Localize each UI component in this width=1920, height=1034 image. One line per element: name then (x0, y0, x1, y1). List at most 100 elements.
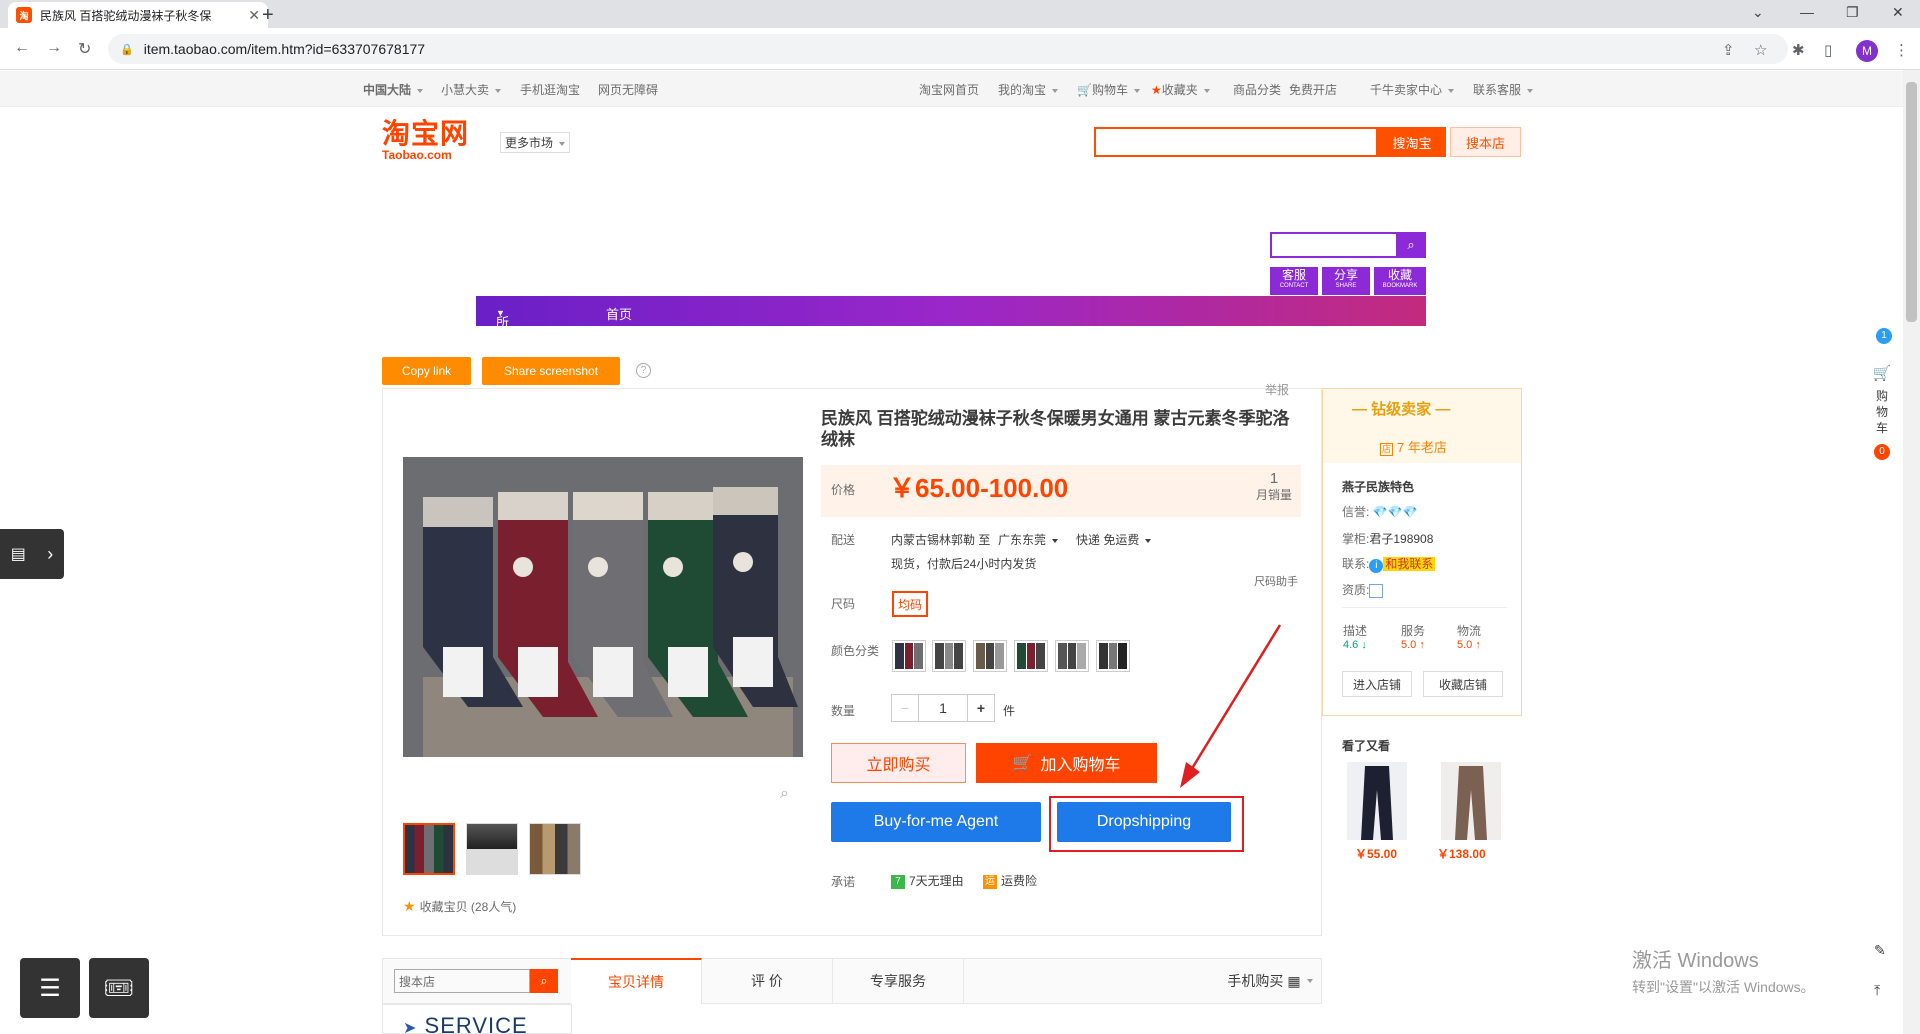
score-desc-value: 4.6 ↓ (1343, 639, 1367, 651)
favorites-link[interactable]: ★收藏夹 (1151, 81, 1210, 98)
minimize-icon[interactable]: — (1800, 4, 1814, 20)
size-helper-link[interactable]: 尺码助手 (1254, 573, 1298, 589)
buy-now-button[interactable]: 立即购买 (831, 743, 966, 783)
color-option-2[interactable] (932, 640, 966, 672)
feedback-icon[interactable]: ✎ (1874, 942, 1886, 959)
color-option-4[interactable] (1014, 640, 1048, 672)
thumbnail-3[interactable] (529, 823, 581, 875)
favorite-item-link[interactable]: ★ 收藏宝贝 (28人气) (403, 898, 516, 915)
back-to-top-icon[interactable]: ⤒ (1874, 982, 1880, 999)
tab-details[interactable]: 宝贝详情 (571, 958, 702, 1004)
search-shop-button[interactable]: 搜本店 (1450, 127, 1521, 157)
share-screenshot-button[interactable]: Share screenshot (482, 357, 620, 385)
menu-icon[interactable]: ⋮ (1894, 41, 1909, 59)
cart-link[interactable]: 🛒购物车 (1077, 81, 1140, 98)
license-icon[interactable] (1369, 583, 1384, 598)
menu-lines-button[interactable]: ☰ (20, 958, 80, 1018)
region-select[interactable]: 中国大陆 (363, 81, 424, 98)
color-option-6[interactable] (1096, 640, 1130, 672)
size-option-selected[interactable]: 均码 (892, 591, 928, 617)
socks-photo (403, 457, 803, 757)
coupon-button[interactable]: 🎟 (89, 958, 149, 1018)
taobao-logo[interactable]: 淘宝网 Taobao.com (382, 120, 469, 163)
xiaohui-link[interactable]: 小慧大卖 (441, 81, 502, 98)
enter-shop-button[interactable]: 进入店铺 (1342, 671, 1412, 697)
more-markets-dropdown[interactable]: 更多市场 (500, 132, 571, 153)
profile-avatar[interactable]: M (1856, 40, 1878, 62)
recommended-item-2[interactable] (1441, 762, 1501, 840)
home-link[interactable]: 淘宝网首页 (919, 81, 979, 98)
contact-service-link[interactable]: 联系客服 (1473, 81, 1534, 98)
bottom-shop-search-input[interactable]: 搜本店 (394, 969, 530, 993)
favorite-shop-button[interactable]: 收藏店铺 (1423, 671, 1503, 697)
delivery-to-select[interactable]: 广东东莞 (998, 531, 1059, 548)
close-tab-icon[interactable]: ✕ (248, 7, 260, 24)
color-label: 颜色分类 (831, 644, 880, 658)
contact-seller-link[interactable]: 和我联系 (1383, 557, 1436, 571)
copy-link-button[interactable]: Copy link (382, 357, 471, 385)
accessible-link[interactable]: 网页无障碍 (598, 81, 658, 98)
reload-icon[interactable]: ↻ (78, 39, 91, 59)
forward-icon[interactable]: → (46, 39, 62, 57)
tab-services[interactable]: 专享服务 (833, 958, 964, 1004)
thumbnail-2[interactable] (466, 823, 518, 875)
report-link[interactable]: 举报 (1265, 381, 1289, 398)
tab-reviews[interactable]: 评 价 (702, 958, 833, 1004)
page-scrollbar[interactable] (1903, 70, 1920, 1034)
color-option-3[interactable] (973, 640, 1007, 672)
main-product-image[interactable] (403, 457, 803, 757)
back-icon[interactable]: ← (14, 39, 30, 57)
categories-link[interactable]: 商品分类 (1233, 81, 1281, 98)
main-search-input[interactable] (1094, 127, 1378, 157)
preview-image-icon: ▤ (10, 546, 26, 563)
ticket-icon: 🎟 (103, 974, 135, 1002)
recommended-price-1: ￥55.00 (1355, 847, 1398, 861)
all-categories-menu[interactable]: 所有分类 ▼ (496, 304, 509, 387)
cart-icon[interactable]: 🛒 (1868, 364, 1896, 382)
bookmark-star-icon[interactable]: ☆ (1754, 41, 1767, 59)
shipping-select[interactable]: 快递 免运费 (1076, 531, 1152, 548)
add-to-cart-button[interactable]: 🛒 加入购物车 (976, 743, 1157, 783)
search-taobao-button[interactable]: 搜淘宝 (1378, 127, 1446, 157)
message-badge[interactable]: 1 (1876, 328, 1892, 344)
buy-for-me-agent-button[interactable]: Buy-for-me Agent (831, 802, 1041, 842)
chevron-right-icon: › (47, 543, 54, 564)
color-option-1[interactable] (892, 640, 926, 672)
side-panel-icon[interactable]: ▯ (1824, 41, 1832, 59)
mobile-buy-dropdown[interactable]: 手机购买 ▦ (1220, 958, 1320, 1004)
thumbnail-1[interactable] (403, 823, 455, 875)
contact-shop-button[interactable]: 客服 CONTACT (1270, 267, 1318, 295)
help-icon[interactable]: ? (636, 363, 651, 378)
zoom-icon[interactable]: ⌕ (780, 785, 789, 803)
tab-search-icon[interactable]: ⌄ (1752, 4, 1764, 21)
bookmark-shop-button[interactable]: 收藏 BOOKMARK (1374, 267, 1426, 295)
scrollbar-thumb[interactable] (1906, 82, 1917, 322)
color-option-5[interactable] (1055, 640, 1089, 672)
new-tab-icon[interactable]: + (262, 4, 274, 27)
bottom-search-icon[interactable]: ⌕ (530, 969, 558, 993)
shop-search-input[interactable] (1270, 232, 1398, 258)
extensions-icon[interactable]: ✱ (1792, 41, 1805, 59)
quantity-input[interactable]: 1 (918, 694, 968, 722)
sidebar-cart-label[interactable]: 购物车 (1876, 388, 1888, 436)
shop-search-icon[interactable]: ⌕ (1396, 232, 1426, 258)
qty-plus-button[interactable]: + (967, 694, 995, 722)
url-field[interactable]: 🔒 item.taobao.com/item.htm?id=6337076781… (108, 34, 1788, 64)
contact-row: 联系: i 和我联系 (1342, 557, 1436, 573)
restore-icon[interactable]: ❐ (1846, 4, 1859, 21)
mobile-taobao-link[interactable]: 手机逛淘宝 (520, 81, 580, 98)
close-window-icon[interactable]: ✕ (1892, 4, 1904, 21)
seller-center-link[interactable]: 千牛卖家中心 (1370, 81, 1455, 98)
seller-name[interactable]: 燕子民族特色 (1342, 478, 1414, 495)
recommended-item-1[interactable] (1347, 762, 1407, 840)
floating-preview-tab[interactable]: ▤ › (0, 529, 64, 579)
share-shop-button[interactable]: 分享 SHARE (1322, 267, 1370, 295)
browser-tab[interactable]: 淘 民族风 百搭驼绒动漫袜子秋冬保 ✕ (8, 2, 268, 28)
shop-home-link[interactable]: 首页 (606, 304, 632, 323)
qty-minus-button[interactable]: − (891, 694, 919, 722)
promise-label: 承诺 (831, 875, 856, 889)
size-label: 尺码 (831, 597, 856, 611)
free-shop-link[interactable]: 免费开店 (1289, 81, 1337, 98)
share-page-icon[interactable]: ⇪ (1722, 41, 1735, 59)
my-taobao-link[interactable]: 我的淘宝 (998, 81, 1059, 98)
